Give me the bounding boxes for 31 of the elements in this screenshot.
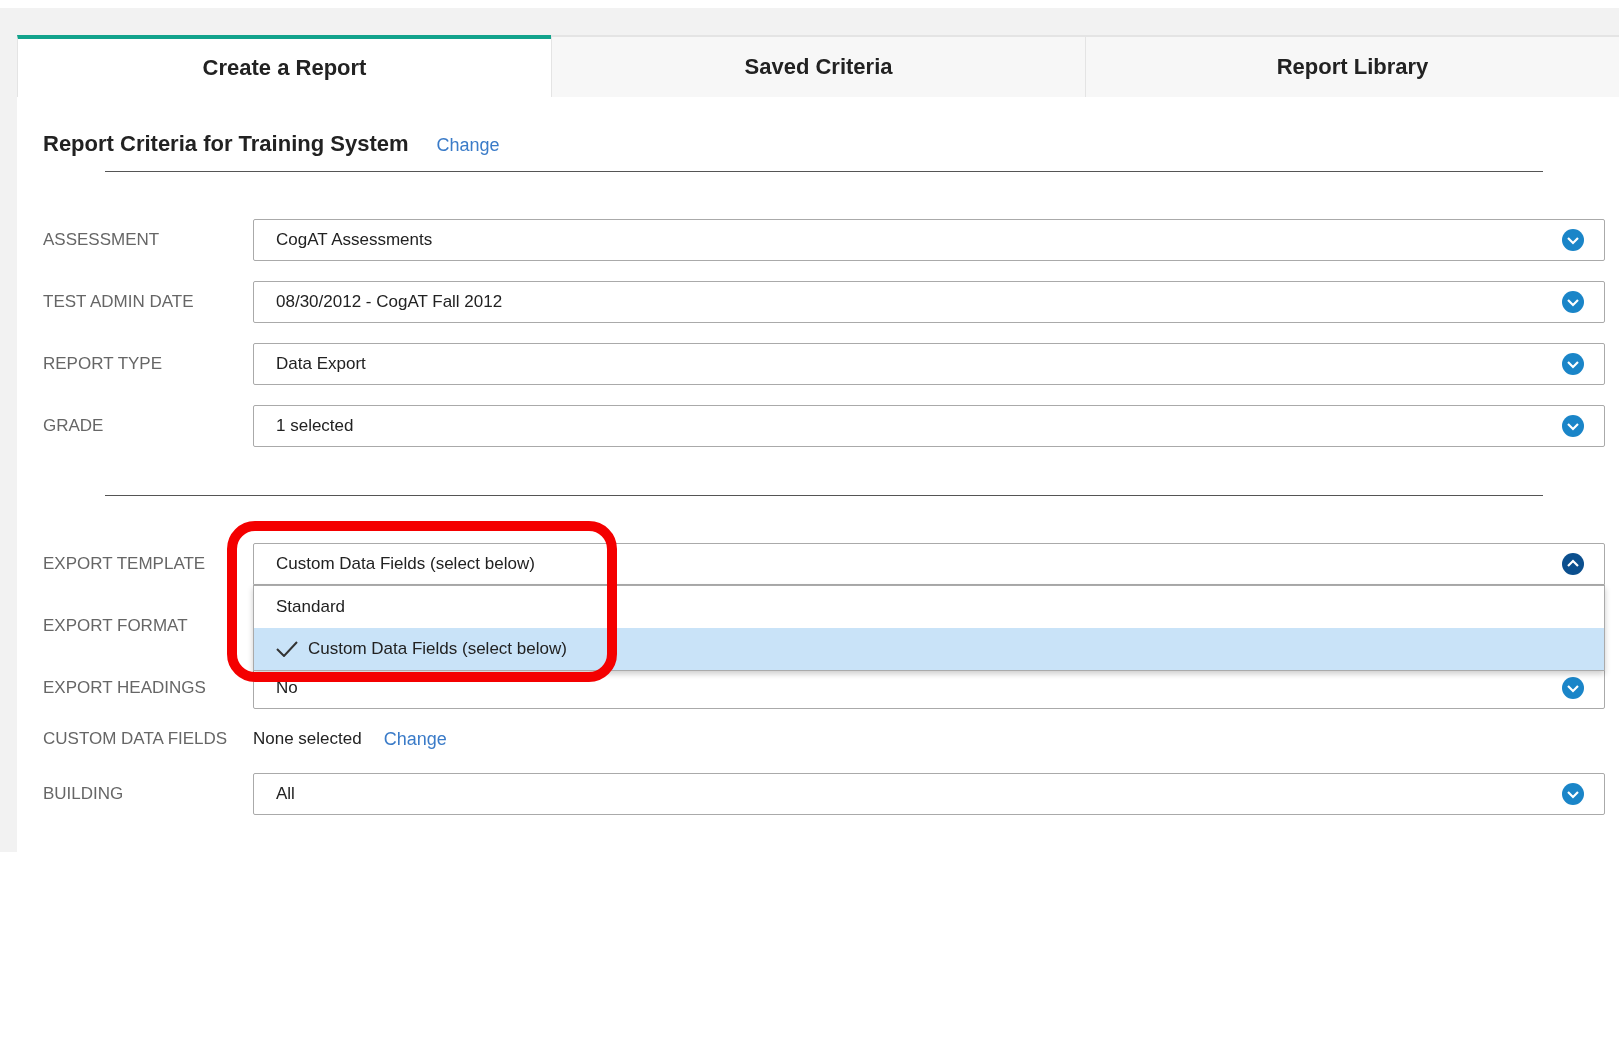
section-title: Report Criteria for Training System: [43, 131, 409, 157]
field-label: REPORT TYPE: [43, 354, 164, 374]
chevron-down-icon: [1562, 291, 1584, 313]
field-label: GRADE: [43, 416, 105, 436]
change-link[interactable]: Change: [383, 728, 447, 750]
field-label: TEST ADMIN DATE: [43, 292, 195, 312]
dropdown-option[interactable]: Standard: [254, 586, 1604, 628]
dropdown-option[interactable]: Custom Data Fields (select below): [254, 628, 1604, 670]
chevron-down-icon: [1562, 783, 1584, 805]
field-label: ASSESSMENT: [43, 230, 161, 250]
change-link[interactable]: Change: [436, 135, 500, 156]
tab[interactable]: Report Library: [1085, 35, 1619, 97]
select-field[interactable]: Data Export: [253, 343, 1605, 385]
field-label: EXPORT FORMAT: [43, 616, 189, 636]
chevron-down-icon: [1562, 353, 1584, 375]
tab[interactable]: Saved Criteria: [551, 35, 1085, 97]
chevron-down-icon: [1562, 677, 1584, 699]
chevron-down-icon: [1562, 415, 1584, 437]
checkmark-icon: [276, 641, 298, 657]
field-label: CUSTOM DATA FIELDS: [43, 729, 229, 749]
select-field[interactable]: 08/30/2012 - CogAT Fall 2012: [253, 281, 1605, 323]
field-value: None selected: [253, 729, 362, 749]
field-label: EXPORT TEMPLATE: [43, 554, 207, 574]
tab[interactable]: Create a Report: [17, 35, 551, 97]
select-field[interactable]: CogAT Assessments: [253, 219, 1605, 261]
chevron-down-icon: [1562, 229, 1584, 251]
select-field[interactable]: All: [253, 773, 1605, 815]
select-field[interactable]: 1 selected: [253, 405, 1605, 447]
chevron-up-icon: [1562, 553, 1584, 575]
field-label: EXPORT HEADINGS: [43, 678, 207, 698]
field-label: BUILDING: [43, 784, 125, 804]
